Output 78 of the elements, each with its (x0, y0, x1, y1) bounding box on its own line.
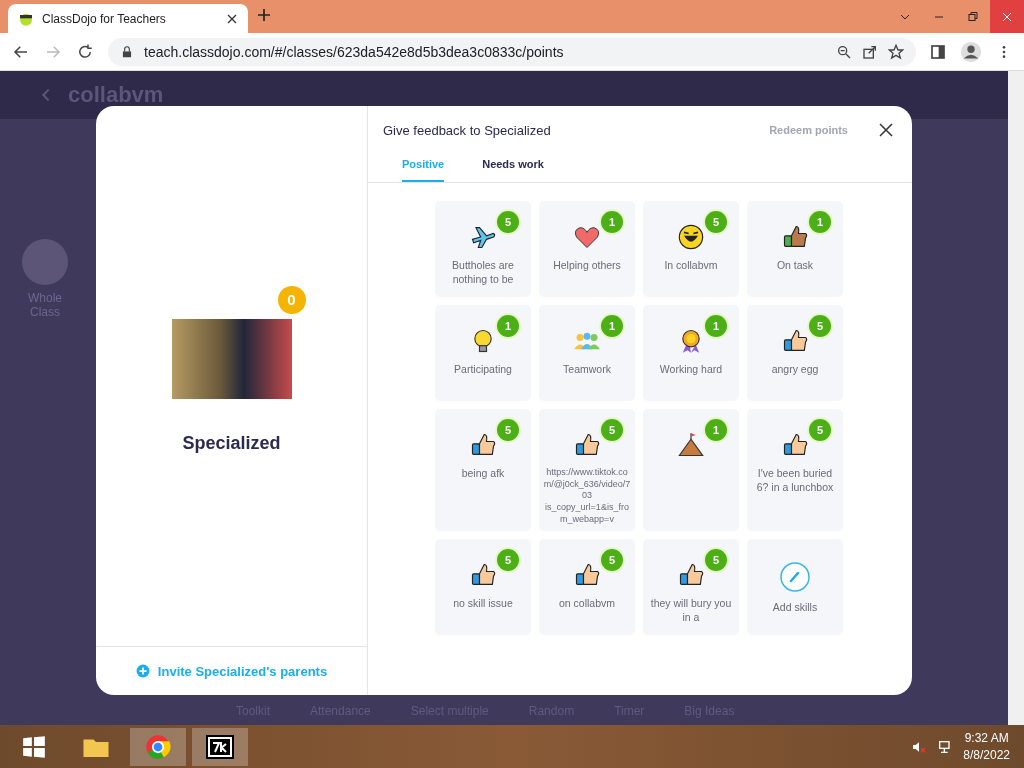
skill-card[interactable]: 5 In collabvm (643, 201, 739, 297)
skill-card[interactable]: 1 (643, 409, 739, 532)
points-badge: 5 (495, 209, 521, 235)
skill-label: Teamwork (563, 363, 611, 377)
points-badge: 5 (807, 417, 833, 443)
url-text: teach.classdojo.com/#/classes/623da542e8d5b3dea3c0833c/points (144, 43, 565, 60)
points-badge: 1 (703, 313, 729, 339)
skill-label: being afk (461, 467, 505, 481)
add-skills-card[interactable]: Add skills (747, 539, 843, 636)
star-icon (888, 43, 904, 60)
points-badge: 5 (703, 209, 729, 235)
points-badge: 5 (599, 547, 625, 574)
skill-label: on collabvm (559, 597, 615, 612)
skill-card[interactable]: 5 being afk (435, 409, 531, 532)
side-panel-icon (930, 43, 946, 60)
restore-icon (967, 10, 979, 23)
skill-label: Helping others (553, 259, 621, 273)
clock-date: 8/8/2022 (963, 748, 1010, 762)
archive-logo-icon (206, 734, 234, 759)
points-badge: 1 (703, 417, 729, 443)
points-badge: 5 (495, 547, 521, 574)
skill-card[interactable]: 5 https://www.tiktok.com/@j0ck_636/video/703 is_copy_url=1&is_from_webapp=v (539, 409, 635, 532)
close-icon (1001, 10, 1013, 23)
skill-card[interactable]: 5 on collabvm (539, 539, 635, 636)
skill-label: I've been buried 6? in a lunchbox (755, 467, 835, 495)
avatar-circle (22, 239, 68, 285)
skill-label: https://www.tiktok.com/@j0ck_636/video/703 is_copy_url=1&is_from_webapp=v (543, 467, 631, 526)
points-badge: 1 (495, 313, 521, 339)
skill-label: Working hard (659, 363, 723, 377)
points-badge: 0 (277, 285, 306, 314)
skill-label: On task (776, 259, 814, 273)
points-badge: 5 (495, 417, 521, 443)
plus-icon (256, 7, 272, 23)
skill-label: Participating (454, 363, 512, 377)
points-badge: 5 (807, 313, 833, 339)
close-button[interactable] (878, 122, 894, 138)
address-bar[interactable]: teach.classdojo.com/#/classes/623da542e8d5b3dea3c0833c/points (108, 37, 916, 66)
points-badge: 1 (599, 313, 625, 339)
browser-logo-icon (144, 732, 172, 761)
skill-card[interactable]: 5 they will bury you in a (643, 539, 739, 636)
skill-card[interactable]: 1 Helping others (539, 201, 635, 297)
mountain-flag-icon (677, 431, 705, 459)
clock-time: 9:32 AM (964, 731, 1009, 745)
skill-label: In collabvm (664, 259, 718, 273)
skill-card[interactable]: 1 Participating (435, 305, 531, 401)
archive-app-button[interactable] (192, 727, 248, 766)
skill-label: Buttholes are nothing to be (451, 259, 515, 287)
student-name: Specialized (182, 432, 281, 454)
skill-card[interactable]: 5 I've been buried 6? in a lunchbox (747, 409, 843, 532)
laughing-face-icon (677, 223, 705, 251)
reload-icon (76, 42, 94, 61)
browser-tab[interactable]: ClassDojo for Teachers (8, 4, 248, 33)
skill-card[interactable]: 5 angry egg (747, 305, 843, 401)
skill-label: angry egg (771, 363, 819, 377)
skill-label: no skill issue (453, 597, 513, 612)
plus-circle-icon (135, 664, 150, 678)
windows-logo-icon (21, 733, 47, 760)
skill-card[interactable]: 5 no skill issue (435, 539, 531, 636)
points-badge: 5 (599, 417, 625, 443)
pencil-icon (779, 561, 811, 594)
profile-icon (960, 40, 982, 63)
share-icon (862, 43, 878, 60)
skill-card[interactable]: 1 Teamwork (539, 305, 635, 401)
skill-label: Add skills (772, 601, 818, 616)
skill-card[interactable]: 1 Working hard (643, 305, 739, 401)
close-icon (226, 12, 238, 25)
zoom-out-icon (836, 43, 852, 60)
lock-icon (120, 44, 134, 59)
dialog-title: Give feedback to Specialized (383, 122, 552, 138)
close-icon (878, 122, 894, 138)
skill-card[interactable]: 5 Buttholes are nothing to be (435, 201, 531, 297)
points-badge: 5 (703, 547, 729, 574)
points-badge: 1 (599, 209, 625, 235)
points-badge: 1 (807, 209, 833, 235)
skill-card[interactable]: 1 On task (747, 201, 843, 297)
skill-label: they will bury you in a (649, 597, 733, 625)
feedback-tab[interactable]: Needs work (482, 158, 544, 182)
tab-title: ClassDojo for Teachers (42, 11, 167, 26)
